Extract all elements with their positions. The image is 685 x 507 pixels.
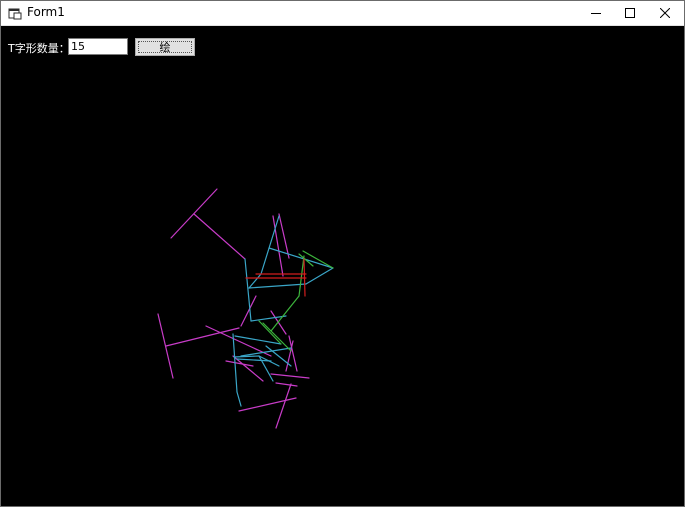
t-shape-segment	[285, 340, 294, 372]
t-shape-segment	[165, 327, 240, 347]
app-window: Form1 T字形数量： 绘	[0, 0, 685, 507]
t-shape-segment	[248, 283, 307, 289]
close-button[interactable]	[648, 1, 682, 25]
drawing-canvas	[157, 188, 334, 429]
title-bar[interactable]: Form1	[1, 1, 684, 26]
draw-button[interactable]: 绘	[135, 38, 195, 56]
maximize-icon	[625, 8, 635, 18]
count-input[interactable]	[68, 38, 128, 55]
minimize-icon	[591, 13, 601, 14]
t-shape-segment	[270, 295, 300, 332]
window-title: Form1	[27, 5, 65, 19]
count-label: T字形数量：	[8, 42, 70, 55]
t-shape-segment	[305, 267, 334, 285]
t-shape-segment	[248, 273, 262, 289]
t-shape-segment	[233, 355, 260, 358]
t-shape-segment	[298, 255, 305, 297]
t-shape-segment	[303, 258, 306, 297]
t-shape-segment	[193, 213, 246, 260]
winforms-app-icon	[8, 8, 22, 20]
t-shape-segment	[238, 397, 297, 412]
t-shape-segment	[240, 347, 292, 357]
t-shape-segment	[236, 391, 242, 407]
t-shape-segment	[275, 383, 292, 429]
t-shape-segment	[260, 215, 280, 275]
maximize-button[interactable]	[613, 1, 647, 25]
t-shape-segment	[268, 247, 334, 269]
minimize-button[interactable]	[579, 1, 613, 25]
form-client-area: T字形数量： 绘	[1, 26, 684, 506]
t-shape-segment	[275, 382, 298, 387]
close-icon	[660, 8, 670, 18]
t-shape-segment	[270, 373, 310, 379]
